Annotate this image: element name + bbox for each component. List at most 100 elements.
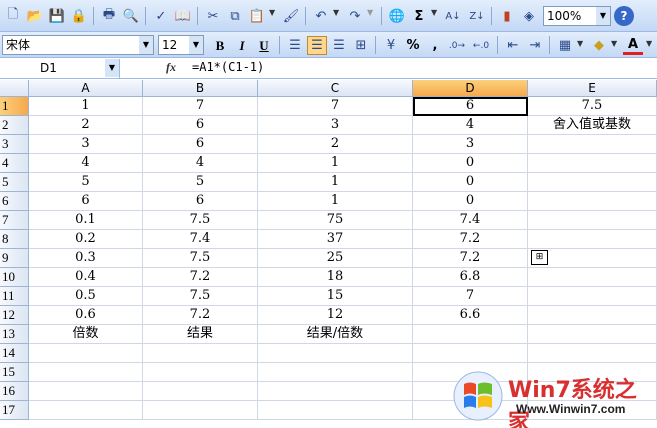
bold-button[interactable]: B	[210, 36, 230, 55]
cell-c15[interactable]	[258, 363, 413, 382]
chevron-down-icon[interactable]: ▼	[596, 7, 610, 25]
font-size-select[interactable]: 12 ▼	[158, 35, 204, 55]
row-header-16[interactable]: 16	[0, 382, 29, 401]
cell-a15[interactable]	[29, 363, 143, 382]
chevron-down-icon[interactable]: ▼	[139, 36, 153, 54]
cell-d9[interactable]: 7.2	[413, 249, 528, 268]
cell-a12[interactable]: 0.6	[29, 306, 143, 325]
cell-d2[interactable]: 4	[413, 116, 528, 135]
cell-a1[interactable]: 1	[29, 97, 143, 116]
print-icon[interactable]: 🖶	[99, 6, 119, 26]
cell-a14[interactable]	[29, 344, 143, 363]
row-header-14[interactable]: 14	[0, 344, 29, 363]
permission-icon[interactable]: 🔒	[69, 6, 89, 26]
cell-e4[interactable]	[528, 154, 657, 173]
italic-button[interactable]: I	[232, 36, 252, 55]
row-header-12[interactable]: 12	[0, 306, 29, 325]
paste-dropdown-arrow[interactable]: ▼	[269, 8, 275, 17]
name-box[interactable]: D1 ▼	[0, 59, 120, 78]
select-all-corner[interactable]	[0, 80, 29, 97]
cell-c8[interactable]: 37	[258, 230, 413, 249]
row-header-8[interactable]: 8	[0, 230, 29, 249]
cell-b3[interactable]: 6	[143, 135, 258, 154]
cell-c12[interactable]: 12	[258, 306, 413, 325]
open-icon[interactable]: 📂	[25, 6, 45, 26]
font-color-dropdown-arrow[interactable]: ▼	[646, 39, 652, 48]
cell-a4[interactable]: 4	[29, 154, 143, 173]
row-header-6[interactable]: 6	[0, 192, 29, 211]
chart-icon[interactable]: ▮	[497, 6, 517, 26]
row-header-3[interactable]: 3	[0, 135, 29, 154]
zoom-select[interactable]: 100% ▼	[543, 6, 611, 26]
row-header-17[interactable]: 17	[0, 401, 29, 420]
cell-c11[interactable]: 15	[258, 287, 413, 306]
cell-b1[interactable]: 7	[143, 97, 258, 116]
help-icon[interactable]: ?	[614, 6, 634, 26]
align-right-icon[interactable]: ☰	[329, 36, 349, 55]
redo-dropdown-arrow[interactable]: ▼	[367, 8, 373, 17]
cell-b15[interactable]	[143, 363, 258, 382]
row-header-1[interactable]: 1	[0, 97, 29, 116]
cell-e13[interactable]	[528, 325, 657, 344]
spellcheck-icon[interactable]: ✓	[151, 6, 171, 26]
cell-a10[interactable]: 0.4	[29, 268, 143, 287]
cell-a6[interactable]: 6	[29, 192, 143, 211]
cell-c6[interactable]: 1	[258, 192, 413, 211]
cell-c16[interactable]	[258, 382, 413, 401]
increase-indent-icon[interactable]: ⇥	[525, 36, 545, 55]
row-header-9[interactable]: 9	[0, 249, 29, 268]
cell-a9[interactable]: 0.3	[29, 249, 143, 268]
cell-b12[interactable]: 7.2	[143, 306, 258, 325]
underline-button[interactable]: U	[254, 36, 274, 55]
column-header-e[interactable]: E	[528, 80, 657, 97]
align-center-icon[interactable]: ☰	[307, 36, 327, 55]
cell-c9[interactable]: 25	[258, 249, 413, 268]
cell-a5[interactable]: 5	[29, 173, 143, 192]
row-header-7[interactable]: 7	[0, 211, 29, 230]
cell-b9[interactable]: 7.5	[143, 249, 258, 268]
cell-a7[interactable]: 0.1	[29, 211, 143, 230]
column-header-a[interactable]: A	[29, 80, 143, 97]
cell-c3[interactable]: 2	[258, 135, 413, 154]
copy-icon[interactable]: ⧉	[225, 6, 245, 26]
row-header-2[interactable]: 2	[0, 116, 29, 135]
redo-icon[interactable]: ↷	[345, 6, 365, 26]
cell-a13[interactable]: 倍数	[29, 325, 143, 344]
cell-e2[interactable]: 舍入值或基数	[528, 116, 657, 135]
paste-options-icon[interactable]: ⊞	[531, 250, 548, 265]
cell-b17[interactable]	[143, 401, 258, 420]
borders-dropdown-arrow[interactable]: ▼	[577, 39, 583, 48]
cell-e11[interactable]	[528, 287, 657, 306]
cell-e8[interactable]	[528, 230, 657, 249]
cell-b8[interactable]: 7.4	[143, 230, 258, 249]
cell-d4[interactable]: 0	[413, 154, 528, 173]
undo-dropdown-arrow[interactable]: ▼	[333, 8, 339, 17]
decrease-decimal-icon[interactable]: ←.0	[471, 36, 491, 55]
fill-color-dropdown-arrow[interactable]: ▼	[611, 39, 617, 48]
align-left-icon[interactable]: ☰	[285, 36, 305, 55]
comma-icon[interactable]: ,	[425, 36, 445, 55]
cell-d12[interactable]: 6.6	[413, 306, 528, 325]
column-header-d[interactable]: D	[413, 80, 528, 97]
cell-e3[interactable]	[528, 135, 657, 154]
font-name-select[interactable]: 宋体 ▼	[2, 35, 154, 55]
decrease-indent-icon[interactable]: ⇤	[503, 36, 523, 55]
row-header-5[interactable]: 5	[0, 173, 29, 192]
percent-icon[interactable]: %	[403, 36, 423, 55]
fill-color-icon[interactable]: ◆	[589, 36, 609, 55]
formula-input[interactable]: =A1*(C1-1)	[192, 60, 264, 74]
paste-icon[interactable]: 📋	[247, 6, 267, 26]
font-color-icon[interactable]: A	[623, 36, 643, 55]
cell-d7[interactable]: 7.4	[413, 211, 528, 230]
cell-e14[interactable]	[528, 344, 657, 363]
cell-c14[interactable]	[258, 344, 413, 363]
sort-desc-icon[interactable]: Z↓	[467, 6, 487, 26]
cell-d1[interactable]: 6	[413, 97, 528, 116]
cell-b6[interactable]: 6	[143, 192, 258, 211]
chevron-down-icon[interactable]: ▼	[189, 36, 203, 54]
cell-b13[interactable]: 结果	[143, 325, 258, 344]
cell-c5[interactable]: 1	[258, 173, 413, 192]
new-icon[interactable]: 🗋	[3, 6, 23, 26]
autosum-dropdown-arrow[interactable]: ▼	[431, 8, 437, 17]
cell-e6[interactable]	[528, 192, 657, 211]
